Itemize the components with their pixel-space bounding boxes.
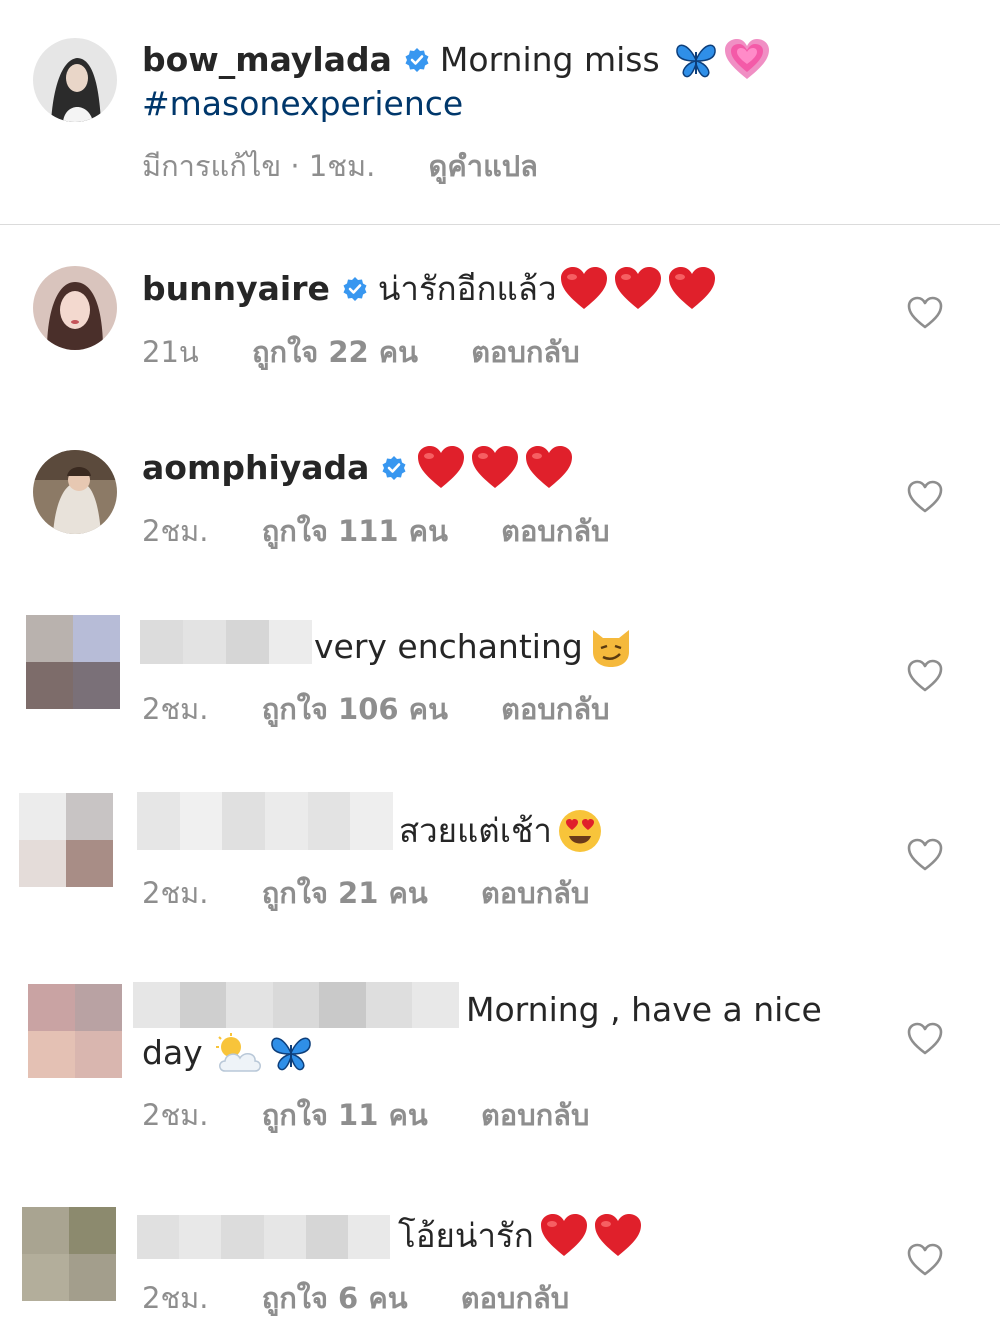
comment-time: 21น [142,335,199,369]
reply-button[interactable]: ตอบกลับ [481,873,589,913]
comment-text: Morning , have a nice [466,990,822,1029]
likes-count-link[interactable]: ถูกใจ 106 คน [262,689,448,729]
avatar[interactable] [33,266,117,350]
reply-button[interactable]: ตอบกลับ [501,689,609,729]
red-heart-icon [540,1214,588,1258]
smirking-cat-icon [589,626,633,668]
red-heart-icon [417,446,465,490]
like-heart-icon[interactable] [907,296,943,330]
red-heart-icon [560,267,608,311]
reply-button[interactable]: ตอบกลับ [481,1095,589,1135]
like-heart-icon[interactable] [907,838,943,872]
divider [0,224,1000,225]
blurred-username [137,792,394,850]
caption-text: Morning miss [439,40,660,79]
comment-time: 2ชม. [142,692,209,726]
comment-time: 2ชม. [142,876,209,910]
like-heart-icon[interactable] [907,659,943,693]
likes-count-link[interactable]: ถูกใจ 111 คน [262,511,448,551]
caption-avatar[interactable] [33,38,117,122]
red-heart-icon [614,267,662,311]
heart-eyes-icon [558,809,602,853]
comment-text: น่ารักอีกแล้ว [377,269,557,308]
comment-username[interactable]: bunnyaire [142,267,330,311]
likes-count-link[interactable]: ถูกใจ 11 คน [262,1095,428,1135]
avatar-blurred[interactable] [22,1207,116,1301]
comment-text: very enchanting [314,627,583,666]
verified-badge-icon [342,276,368,302]
likes-count-link[interactable]: ถูกใจ 21 คน [262,873,428,913]
avatar-blurred[interactable] [26,615,120,709]
like-heart-icon[interactable] [907,480,943,514]
red-heart-icon [525,446,573,490]
comment-time: 2ชม. [142,514,209,548]
comment-text: สวยแต่เช้า [399,811,552,850]
comment-username[interactable]: aomphiyada [142,446,369,490]
blue-butterfly-icon [674,40,718,80]
red-heart-icon [668,267,716,311]
avatar-blurred[interactable] [28,984,122,1078]
red-heart-icon [594,1214,642,1258]
blurred-username [140,620,312,664]
sun-behind-cloud-icon [215,1033,263,1073]
reply-button[interactable]: ตอบกลับ [471,332,579,372]
reply-button[interactable]: ตอบกลับ [501,511,609,551]
translate-link[interactable]: ดูคำแปล [429,146,538,186]
comment-text: โอ้ยน่ารัก [398,1216,534,1255]
growing-heart-icon [724,39,770,81]
reply-button[interactable]: ตอบกลับ [461,1278,569,1318]
likes-count-link[interactable]: ถูกใจ 6 คน [262,1278,408,1318]
verified-badge-icon [381,455,407,481]
comment-text-line2: day [142,1033,203,1072]
red-heart-icon [471,446,519,490]
like-heart-icon[interactable] [907,1022,943,1056]
blue-butterfly-icon [269,1033,313,1073]
caption-edited-time: มีการแก้ไข · 1ชม. [142,149,376,183]
blurred-username [133,982,460,1028]
comment-time: 2ชม. [142,1098,209,1132]
comment-time: 2ชม. [142,1281,209,1315]
caption-hashtag-link[interactable]: #masonexperience [142,82,463,126]
likes-count-link[interactable]: ถูกใจ 22 คน [252,332,418,372]
blurred-username [137,1215,391,1259]
caption-username[interactable]: bow_maylada [142,38,392,82]
verified-badge-icon [404,47,430,73]
avatar-blurred[interactable] [19,793,113,887]
avatar[interactable] [33,450,117,534]
like-heart-icon[interactable] [907,1243,943,1277]
